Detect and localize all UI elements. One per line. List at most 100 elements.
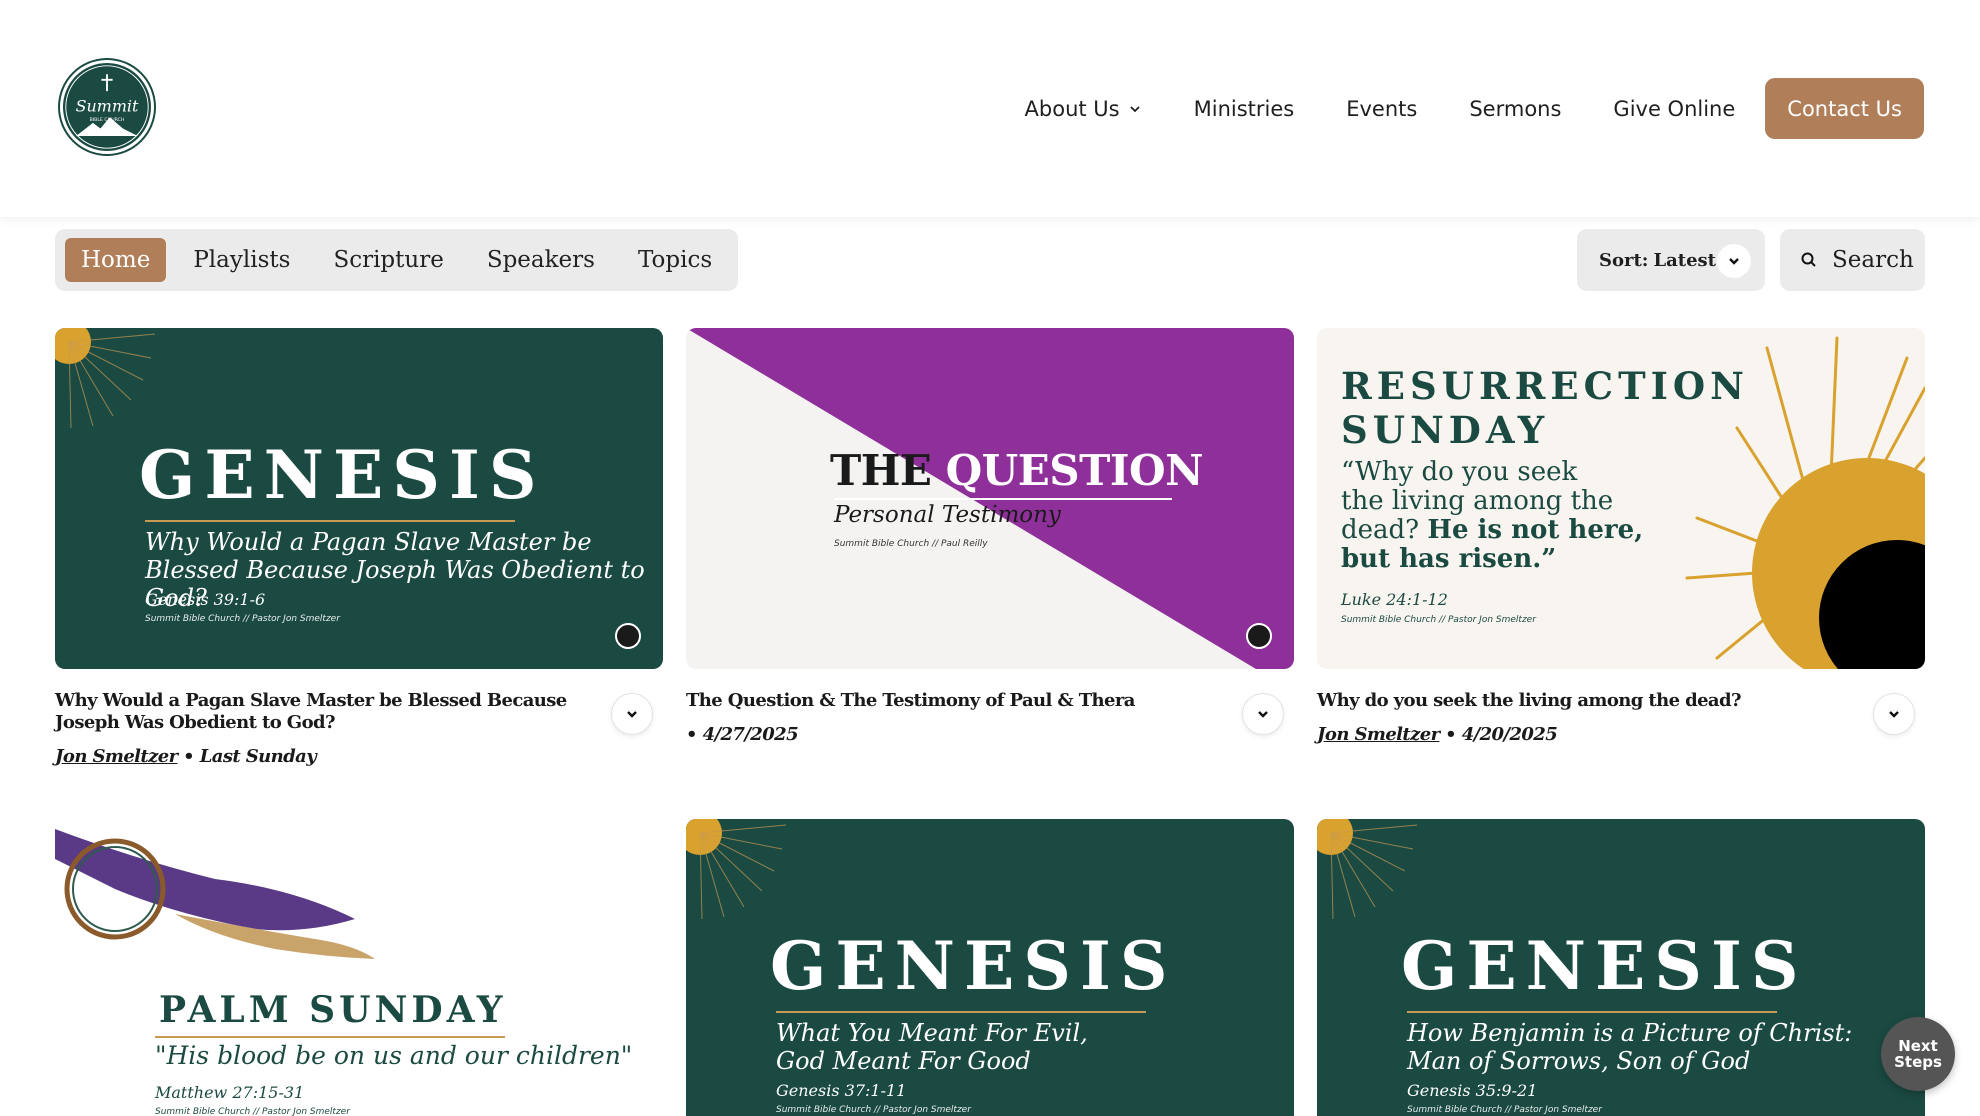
sermon-menu-button[interactable]	[1242, 693, 1284, 735]
thumb-series-line2: SUNDAY	[1341, 408, 1550, 452]
sermon-title[interactable]: Why Would a Pagan Slave Master be Blesse…	[55, 690, 585, 734]
crown-of-thorns-decoration	[55, 829, 375, 959]
thumb-reference: Genesis 37:1-11	[776, 1081, 907, 1100]
sermon-tabs: Home Playlists Scripture Speakers Topics	[55, 229, 739, 291]
tab-playlists[interactable]: Playlists	[177, 238, 306, 282]
sermon-thumbnail[interactable]: GENESIS Why Would a Pagan Slave Master b…	[55, 328, 663, 669]
subtitle-line: God Meant For Good	[776, 1047, 1031, 1075]
thumb-reference: Genesis 39:1-6	[145, 590, 266, 609]
sermon-thumbnail[interactable]: GENESIS What You Meant For Evil, God Mea…	[686, 819, 1294, 1116]
thumb-subtitle: How Benjamin is a Picture of Christ: Man…	[1407, 1019, 1852, 1075]
sermon-meta: • 4/27/2025	[686, 724, 799, 745]
sermon-thumbnail[interactable]: THE QUESTION Personal Testimony Summit B…	[686, 328, 1294, 669]
thumb-reference: Genesis 35:9-21	[1407, 1081, 1538, 1100]
sort-chevron	[1717, 244, 1751, 278]
quote-line: but has risen.”	[1341, 544, 1557, 574]
thumb-credit: Summit Bible Church // Pastor Jon Smeltz…	[1407, 1105, 1602, 1115]
thumb-series: GENESIS	[1401, 927, 1808, 1005]
tab-home[interactable]: Home	[65, 238, 167, 282]
thumb-rule	[1407, 1011, 1777, 1013]
church-badge-icon	[615, 623, 641, 649]
sermon-thumbnail[interactable]: PALM SUNDAY "His blood be on us and our …	[55, 819, 663, 1116]
tab-speakers[interactable]: Speakers	[471, 238, 611, 282]
sort-dropdown[interactable]: Sort: Latest	[1577, 229, 1765, 291]
next-steps-button[interactable]: Next Steps	[1881, 1017, 1955, 1091]
church-logo[interactable]: Summit BIBLE CHURCH	[60, 60, 154, 154]
search-button[interactable]: Search	[1780, 229, 1925, 291]
main-nav: About Us Ministries Events Sermons Give …	[1025, 78, 1924, 139]
thumb-series: GENESIS	[770, 927, 1177, 1005]
sort-label: Sort:	[1599, 249, 1649, 271]
sermon-card: RESURRECTION SUNDAY “Why do you seek the…	[1317, 328, 1925, 745]
sermon-title[interactable]: The Question & The Testimony of Paul & T…	[686, 690, 1216, 712]
chevron-down-icon	[1729, 258, 1739, 265]
thumb-rule	[776, 1011, 1146, 1013]
thumb-credit: Summit Bible Church // Pastor Jon Smeltz…	[155, 1107, 350, 1116]
nav-give-online[interactable]: Give Online	[1613, 97, 1735, 121]
sermon-menu-button[interactable]	[1873, 693, 1915, 735]
thumb-subtitle: "His blood be on us and our children"	[155, 1041, 633, 1070]
thumb-series: THE QUESTION	[830, 446, 1204, 495]
meta-separator: •	[183, 746, 195, 767]
tab-scripture[interactable]: Scripture	[317, 238, 459, 282]
site-header: Summit BIBLE CHURCH About Us Ministries …	[0, 0, 1980, 217]
chevron-down-icon	[1258, 711, 1268, 718]
sermon-menu-button[interactable]	[611, 693, 653, 735]
quote-text: dead?	[1341, 515, 1428, 545]
sermon-thumbnail[interactable]: RESURRECTION SUNDAY “Why do you seek the…	[1317, 328, 1925, 669]
sermon-speaker[interactable]: Jon Smeltzer	[55, 746, 178, 767]
thumb-series: GENESIS	[139, 436, 546, 514]
sermon-thumbnail[interactable]: GENESIS How Benjamin is a Picture of Chr…	[1317, 819, 1925, 1116]
thumb-credit: Summit Bible Church // Pastor Jon Smeltz…	[776, 1105, 971, 1115]
meta-separator: •	[1445, 724, 1457, 745]
sermon-date: 4/20/2025	[1461, 724, 1558, 745]
sort-value: Latest	[1653, 249, 1716, 271]
thumb-rule	[155, 1036, 505, 1038]
thumb-series-line1: RESURRECTION	[1341, 364, 1749, 408]
sermon-date: Last Sunday	[199, 746, 317, 767]
thumb-series: PALM SUNDAY	[159, 989, 507, 1031]
thumb-subtitle: Personal Testimony	[834, 502, 1061, 528]
nav-about-us-label: About Us	[1024, 96, 1120, 121]
quote-line: dead? He is not here,	[1341, 516, 1643, 545]
next-steps-line2: Steps	[1894, 1053, 1942, 1071]
sermon-card: THE QUESTION Personal Testimony Summit B…	[686, 328, 1294, 745]
sermon-card: GENESIS Why Would a Pagan Slave Master b…	[55, 328, 663, 767]
sermon-meta: Jon Smeltzer • Last Sunday	[55, 746, 317, 767]
svg-text:Summit: Summit	[76, 97, 139, 116]
quote-bold: He is not here,	[1427, 515, 1644, 545]
tab-topics[interactable]: Topics	[622, 238, 728, 282]
nav-events[interactable]: Events	[1346, 97, 1417, 121]
contact-us-button[interactable]: Contact Us	[1765, 78, 1924, 139]
next-steps-line1: Next	[1898, 1037, 1938, 1055]
thumb-subtitle: What You Meant For Evil, God Meant For G…	[776, 1019, 1088, 1075]
sermon-card: PALM SUNDAY "His blood be on us and our …	[55, 819, 663, 1116]
chevron-down-icon	[1129, 105, 1140, 112]
quote-line: “Why do you seek	[1341, 457, 1578, 487]
nav-ministries[interactable]: Ministries	[1194, 97, 1295, 121]
thumb-series-b: QUESTION	[945, 446, 1204, 495]
quote-line: the living among the	[1341, 486, 1614, 516]
thumb-rule	[145, 520, 515, 522]
chevron-down-icon	[1889, 711, 1899, 718]
sermon-meta: Jon Smeltzer • 4/20/2025	[1317, 724, 1558, 745]
sermon-title[interactable]: Why do you seek the living among the dea…	[1317, 690, 1847, 712]
thumb-quote: “Why do you seek the living among the de…	[1341, 458, 1643, 574]
sermon-card: GENESIS What You Meant For Evil, God Mea…	[686, 819, 1294, 1116]
nav-about-us[interactable]: About Us	[1025, 97, 1142, 121]
subtitle-line: What You Meant For Evil,	[776, 1019, 1088, 1047]
thumb-reference: Matthew 27:15-31	[155, 1083, 305, 1102]
search-icon	[1801, 252, 1816, 267]
search-label: Search	[1832, 247, 1914, 273]
chevron-down-icon	[627, 711, 637, 718]
sermon-date: 4/27/2025	[702, 724, 799, 745]
thumb-credit: Summit Bible Church // Pastor Jon Smeltz…	[145, 614, 340, 624]
subtitle-line: How Benjamin is a Picture of Christ:	[1407, 1019, 1853, 1047]
nav-sermons[interactable]: Sermons	[1469, 97, 1561, 121]
sermon-card: GENESIS How Benjamin is a Picture of Chr…	[1317, 819, 1925, 1116]
church-badge-icon	[1246, 623, 1272, 649]
thumb-credit: Summit Bible Church // Pastor Jon Smeltz…	[1341, 615, 1536, 625]
sermon-speaker[interactable]: Jon Smeltzer	[1317, 724, 1440, 745]
thumb-credit: Summit Bible Church // Paul Reilly	[834, 539, 988, 549]
thumb-series-a: THE	[830, 446, 932, 495]
